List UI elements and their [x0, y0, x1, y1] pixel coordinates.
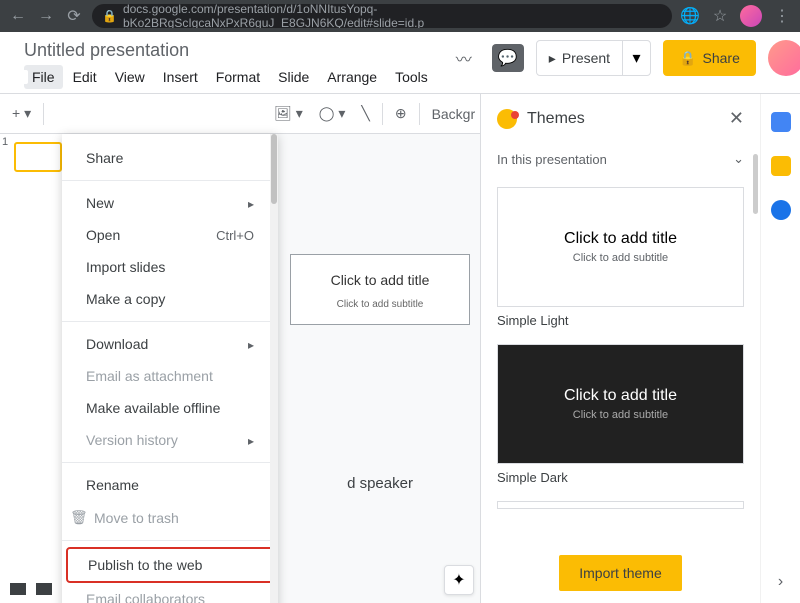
menu-make-copy[interactable]: Make a copy: [62, 283, 278, 315]
lock-icon: 🔒: [679, 50, 696, 67]
reload-icon[interactable]: ⟳: [64, 6, 84, 26]
theme-simple-light[interactable]: Click to add title Click to add subtitle…: [497, 187, 744, 328]
menu-publish-web[interactable]: Publish to the web: [68, 549, 272, 581]
theme-simple-dark[interactable]: Click to add title Click to add subtitle…: [497, 344, 744, 485]
menu-new[interactable]: New: [62, 187, 278, 219]
keep-icon[interactable]: [771, 156, 791, 176]
menu-tools[interactable]: Tools: [387, 65, 436, 89]
menu-move-trash[interactable]: 🗑Move to trash: [62, 501, 278, 534]
lock-icon: 🔒: [102, 9, 117, 23]
import-theme-button[interactable]: Import theme: [559, 555, 681, 591]
shape-tool-icon[interactable]: ◯ ▾: [315, 101, 350, 126]
forward-icon[interactable]: →: [36, 6, 56, 26]
app-header: Untitled presentation File Edit View Ins…: [0, 32, 800, 89]
new-slide-button[interactable]: + ▾: [8, 101, 35, 126]
present-dropdown[interactable]: ▾: [622, 41, 650, 75]
menu-arrange[interactable]: Arrange: [319, 65, 385, 89]
chevron-down-icon: ⌄: [733, 151, 744, 167]
menu-email-attachment: Email as attachment: [62, 360, 278, 392]
menu-insert[interactable]: Insert: [155, 65, 206, 89]
scrollbar[interactable]: [753, 154, 758, 214]
menu-rename[interactable]: Rename: [62, 469, 278, 501]
themes-panel: Themes ✕ In this presentation ⌄ Click to…: [480, 94, 760, 603]
menu-import-slides[interactable]: Import slides: [62, 251, 278, 283]
menu-file[interactable]: File: [24, 65, 63, 89]
speaker-notes-fragment[interactable]: d speaker: [347, 475, 413, 492]
themes-section-toggle[interactable]: In this presentation ⌄: [481, 143, 760, 175]
grid-view-icon[interactable]: [36, 583, 52, 595]
calendar-icon[interactable]: [771, 112, 791, 132]
menu-edit[interactable]: Edit: [65, 65, 105, 89]
filmstrip-view-icon[interactable]: [10, 583, 26, 595]
url-bar[interactable]: 🔒 docs.google.com/presentation/d/1oNNItu…: [92, 4, 672, 28]
subtitle-placeholder[interactable]: Click to add subtitle: [301, 295, 459, 314]
doc-title[interactable]: Untitled presentation: [24, 40, 436, 61]
present-button-group: ▸ Present ▾: [536, 40, 651, 76]
submenu-arrow-icon: [248, 195, 254, 211]
explore-button[interactable]: ✦: [444, 565, 474, 595]
menu-download[interactable]: Download: [62, 328, 278, 360]
theme-preview: Click to add title Click to add subtitle: [497, 344, 744, 464]
submenu-arrow-icon: [248, 336, 254, 352]
browser-chrome: ← → ⟳ 🔒 docs.google.com/presentation/d/1…: [0, 0, 800, 32]
theme-preview: [497, 501, 744, 509]
activity-icon[interactable]: 〰: [448, 42, 480, 74]
theme-name: Simple Light: [497, 313, 744, 328]
present-icon: ▸: [549, 50, 556, 67]
title-placeholder[interactable]: Click to add title: [301, 265, 459, 295]
profile-avatar-icon[interactable]: [740, 5, 762, 27]
theme-preview: Click to add title Click to add subtitle: [497, 187, 744, 307]
palette-icon: [497, 109, 517, 129]
slide-number: 1: [2, 136, 8, 148]
present-button[interactable]: ▸ Present: [537, 41, 622, 75]
menu-slide[interactable]: Slide: [270, 65, 317, 89]
status-bar: [0, 575, 62, 603]
back-icon[interactable]: ←: [8, 6, 28, 26]
scrollbar[interactable]: [270, 134, 278, 603]
line-tool-icon[interactable]: ╲: [357, 101, 373, 126]
filmstrip: 1: [0, 134, 60, 603]
trash-icon: 🗑: [70, 509, 86, 526]
highlighted-item: Publish to the web: [66, 547, 274, 583]
background-button[interactable]: Backgr: [428, 102, 480, 126]
menu-view[interactable]: View: [107, 65, 153, 89]
themes-title: Themes: [527, 110, 719, 128]
browser-menu-icon[interactable]: ⋮: [772, 6, 792, 26]
comment-tool-icon[interactable]: ⊕: [391, 101, 411, 126]
slide-editor[interactable]: Click to add title Click to add subtitle: [290, 254, 470, 325]
explore-icon: ✦: [452, 570, 465, 590]
menu-open[interactable]: OpenCtrl+O: [62, 219, 278, 251]
show-side-panel-icon[interactable]: ›: [778, 573, 783, 591]
theme-item[interactable]: [497, 501, 744, 509]
slide-canvas: Click to add title Click to add subtitle…: [278, 134, 482, 603]
translate-icon[interactable]: 🌐: [680, 6, 700, 26]
menu-email-collaborators: Email collaborators: [62, 583, 278, 603]
comments-icon[interactable]: 💬: [492, 44, 524, 72]
image-tool-icon[interactable]: 🖼 ▾: [270, 101, 307, 126]
file-menu-dropdown: Share New OpenCtrl+O Import slides Make …: [62, 134, 278, 603]
submenu-arrow-icon: [248, 432, 254, 448]
menu-format[interactable]: Format: [208, 65, 268, 89]
star-icon[interactable]: ☆: [710, 6, 730, 26]
tasks-icon[interactable]: [771, 200, 791, 220]
menubar: File Edit View Insert Format Slide Arran…: [24, 65, 436, 89]
share-button[interactable]: 🔒 Share: [663, 40, 756, 76]
menu-version-history[interactable]: Version history: [62, 424, 278, 456]
theme-name: Simple Dark: [497, 470, 744, 485]
menu-share[interactable]: Share: [62, 142, 278, 174]
slide-thumbnail[interactable]: [14, 142, 62, 172]
close-icon[interactable]: ✕: [729, 108, 744, 129]
account-avatar-icon[interactable]: [768, 40, 800, 76]
url-text: docs.google.com/presentation/d/1oNNItusY…: [123, 4, 662, 28]
menu-make-offline[interactable]: Make available offline: [62, 392, 278, 424]
side-panel: ›: [760, 94, 800, 603]
